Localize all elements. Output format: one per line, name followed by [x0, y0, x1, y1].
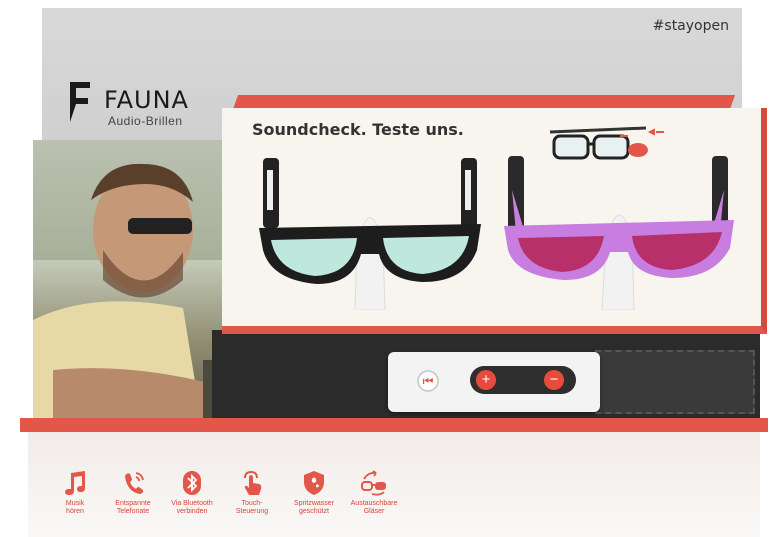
feature-splashproof: Spritzwasser geschützt — [284, 470, 344, 516]
feature-label: Entspannte Telefonate — [115, 500, 151, 515]
music-note-icon — [65, 471, 85, 495]
feature-bluetooth: Via Bluetooth verbinden — [162, 470, 222, 516]
feature-label: Musik hören — [65, 500, 85, 515]
black-glasses — [259, 158, 481, 310]
minus-icon[interactable]: − — [544, 370, 564, 390]
swap-lenses-icon — [361, 470, 386, 496]
base-edge — [20, 418, 768, 432]
feature-swap-lenses: Austauschbare Gläser — [344, 470, 404, 516]
skip-icon[interactable]: ⏮ — [417, 370, 439, 392]
phone-icon — [125, 472, 144, 494]
feature-touch: Touch- Steuerung — [222, 470, 282, 516]
fauna-logo-icon — [70, 82, 90, 122]
shield-icon — [304, 471, 324, 495]
plus-icon[interactable]: + — [476, 370, 496, 390]
tray-pad — [595, 350, 755, 414]
feature-music: Musik hören — [45, 470, 105, 516]
brand-subtitle: Audio-Brillen — [108, 114, 183, 128]
feature-label: Touch- Steuerung — [235, 500, 269, 515]
display-headline: Soundcheck. Teste uns. — [252, 120, 464, 139]
touch-icon — [244, 470, 262, 495]
display-box-top — [233, 95, 736, 109]
hashtag: #stayopen — [652, 18, 729, 34]
bluetooth-icon — [183, 471, 201, 495]
feature-label: Austauschbare Gläser — [350, 500, 398, 515]
feature-label: Via Bluetooth verbinden — [171, 500, 213, 515]
feature-calls: Entspannte Telefonate — [103, 470, 163, 516]
purple-glasses — [504, 156, 734, 310]
feature-label: Spritzwasser geschützt — [293, 500, 335, 515]
brand-name: FAUNA — [104, 86, 189, 114]
